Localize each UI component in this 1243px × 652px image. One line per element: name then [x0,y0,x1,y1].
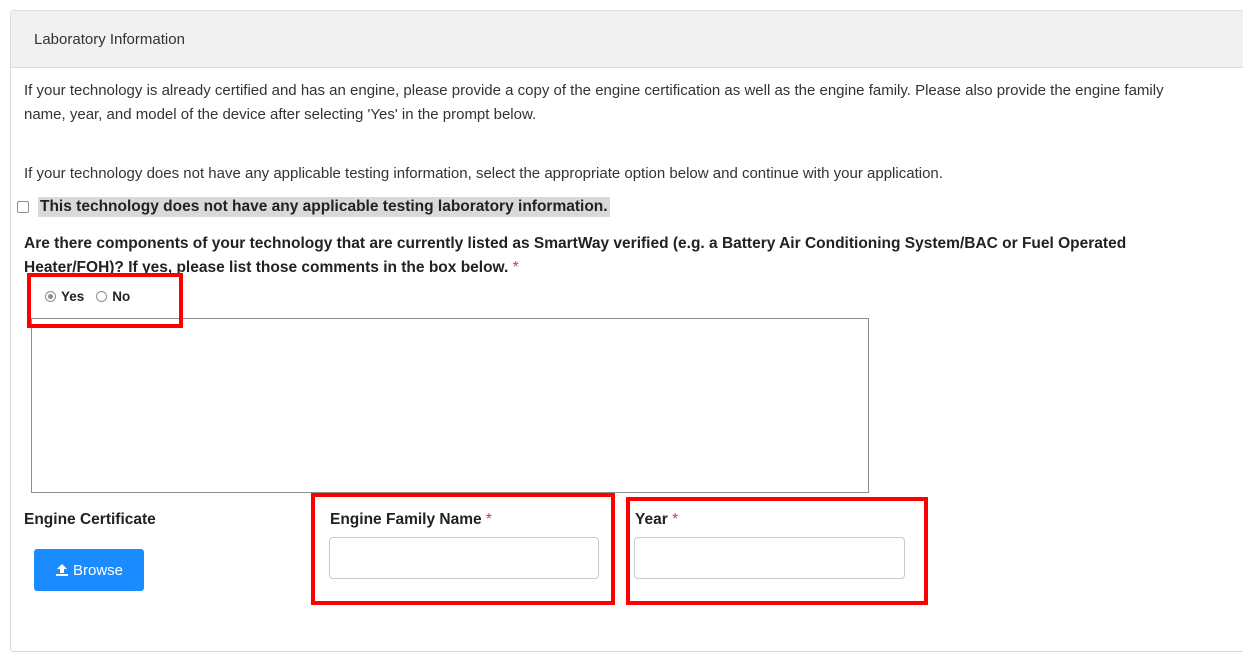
components-comments-textarea[interactable] [31,318,869,493]
no-lab-info-checkbox-row[interactable]: This technology does not have any applic… [17,197,610,217]
highlight-box-year [626,497,928,605]
components-question-text: Are there components of your technology … [24,235,1127,276]
browse-button[interactable]: Browse [34,549,144,591]
panel-header: Laboratory Information [11,11,1243,68]
instructions-paragraph-2: If your technology does not have any app… [24,165,943,182]
components-question: Are there components of your technology … [24,232,1214,280]
upload-icon [55,564,68,576]
instructions-paragraph-1: If your technology is already certified … [24,82,1164,123]
highlight-box-engine-family [311,493,615,605]
no-lab-info-checkbox[interactable] [17,201,29,213]
highlight-box-radio [27,273,183,328]
no-lab-info-label: This technology does not have any applic… [38,197,610,217]
browse-button-label: Browse [72,561,124,579]
engine-certificate-label: Engine Certificate [24,511,156,528]
required-marker: * [512,259,519,276]
panel-title: Laboratory Information [34,30,185,48]
